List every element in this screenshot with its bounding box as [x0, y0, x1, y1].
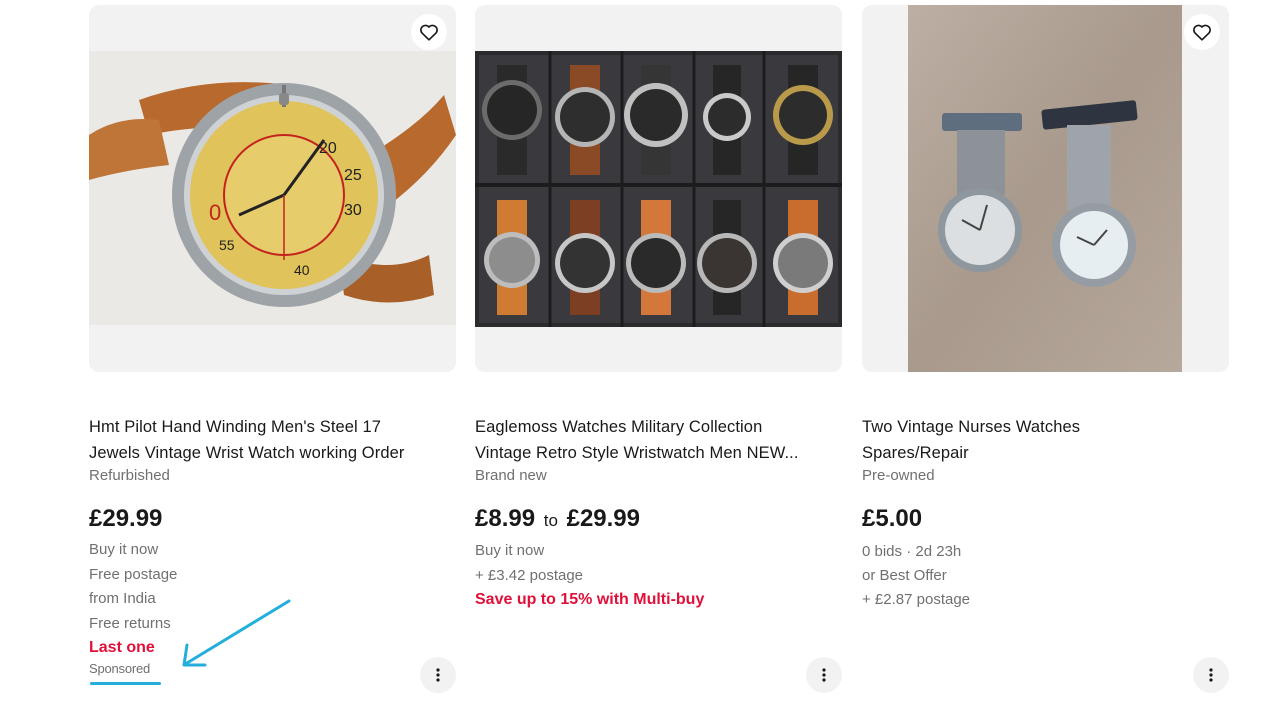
svg-text:40: 40 [294, 262, 310, 278]
annotation-underline [90, 682, 161, 685]
listing-price: £5.00 [862, 505, 923, 532]
vertical-dots-icon [822, 668, 826, 682]
listing-title-line: Two Vintage Nurses Watches [862, 418, 1081, 436]
listing-image[interactable]: 0 20 25 30 55 40 [89, 5, 456, 372]
time-left: 2d 23h [915, 543, 962, 560]
listing-card[interactable]: Eaglemoss Watches Military Collection Vi… [475, 5, 842, 705]
listing-condition: Pre-owned [862, 467, 935, 484]
postage-info: + £3.42 postage [475, 567, 584, 584]
listing-title[interactable]: Two Vintage Nurses Watches Spares/Repair [862, 414, 1229, 466]
heart-icon [1193, 24, 1211, 41]
listing-title-line: Spares/Repair [862, 444, 969, 462]
watchlist-heart-button[interactable] [411, 14, 447, 50]
listing-image[interactable] [862, 5, 1229, 372]
listing-title-line: Vintage Retro Style Wristwatch Men NEW..… [475, 444, 799, 462]
buy-format: Buy it now [89, 541, 159, 558]
annotation-arrow-icon [182, 599, 291, 667]
vertical-dots-icon [436, 668, 440, 682]
price-range-separator: to [543, 511, 558, 530]
svg-text:55: 55 [219, 237, 235, 253]
more-options-button[interactable] [806, 657, 842, 693]
separator-dot: · [906, 543, 916, 560]
postage-info: + £2.87 postage [862, 591, 971, 608]
more-options-button[interactable] [420, 657, 456, 693]
heart-icon [420, 24, 438, 41]
listing-title-line: Jewels Vintage Wrist Watch working Order [89, 444, 405, 462]
listing-price: £8.99 to £29.99 [475, 505, 640, 533]
listing-title-line: Eaglemoss Watches Military Collection [475, 418, 763, 436]
yellow-dial-pilot-watch-image: 0 20 25 30 55 40 [89, 51, 456, 325]
multi-buy-offer: Save up to 15% with Multi-buy [475, 591, 705, 608]
svg-text:25: 25 [344, 167, 362, 184]
watch-collection-box-image [475, 51, 842, 327]
price-from: £8.99 [475, 505, 536, 532]
listing-grid: 0 20 25 30 55 40 Hmt Pilot Hand Winding … [0, 0, 1280, 720]
best-offer-info: or Best Offer [862, 567, 947, 584]
listing-card[interactable]: Two Vintage Nurses Watches Spares/Repair… [862, 5, 1229, 705]
listing-price: £29.99 [89, 505, 163, 532]
watchlist-heart-button[interactable] [1184, 14, 1220, 50]
listing-condition: Brand new [475, 467, 547, 484]
listing-title[interactable]: Eaglemoss Watches Military Collection Vi… [475, 414, 842, 466]
listing-condition: Refurbished [89, 467, 170, 484]
auction-info: 0 bids · 2d 23h [862, 543, 961, 560]
sponsored-label[interactable]: Sponsored [89, 661, 150, 676]
price-to: £29.99 [566, 505, 640, 532]
svg-text:30: 30 [344, 202, 362, 219]
bid-count: 0 bids [862, 543, 903, 560]
buy-format: Buy it now [475, 542, 545, 559]
more-options-button[interactable] [1193, 657, 1229, 693]
listing-title[interactable]: Hmt Pilot Hand Winding Men's Steel 17 Je… [89, 414, 456, 466]
svg-text:20: 20 [319, 140, 337, 157]
location-info: from India [89, 590, 156, 607]
listing-image[interactable] [475, 5, 842, 372]
vertical-dots-icon [1209, 668, 1213, 682]
stock-badge: Last one [89, 639, 155, 656]
svg-text:0: 0 [209, 200, 221, 225]
nurse-fob-watches-image [908, 5, 1182, 372]
returns-info: Free returns [89, 615, 171, 632]
postage-info: Free postage [89, 566, 178, 583]
listing-title-line: Hmt Pilot Hand Winding Men's Steel 17 [89, 418, 382, 436]
